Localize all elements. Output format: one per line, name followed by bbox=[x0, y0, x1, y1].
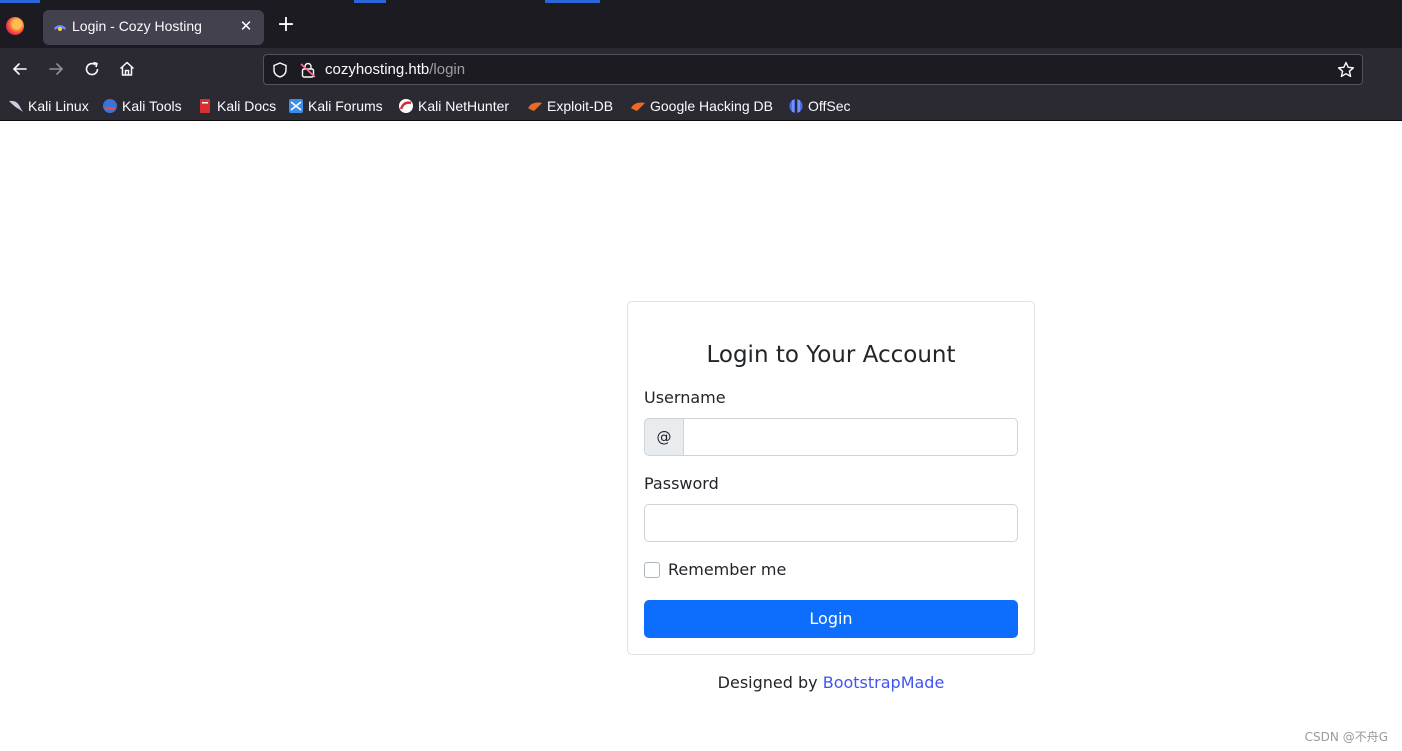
bookmark-kali-docs[interactable]: Kali Docs bbox=[197, 96, 276, 116]
remember-me-checkbox[interactable] bbox=[644, 562, 660, 578]
new-tab-button[interactable]: + bbox=[275, 14, 297, 36]
insecure-lock-icon[interactable] bbox=[300, 61, 316, 79]
bookmark-star-icon[interactable] bbox=[1336, 60, 1356, 80]
offsec-icon bbox=[789, 99, 803, 113]
bookmark-label: Kali Forums bbox=[308, 98, 383, 114]
url-path: /login bbox=[429, 61, 466, 78]
kali-nethunter-icon bbox=[399, 99, 413, 113]
close-tab-icon[interactable]: ✕ bbox=[236, 16, 256, 36]
screen-top-decoration bbox=[354, 0, 386, 3]
screen-top-decoration bbox=[0, 0, 40, 3]
bookmark-google-hacking-db[interactable]: Google Hacking DB bbox=[630, 96, 773, 116]
at-sign-prefix: @ bbox=[644, 418, 684, 456]
username-input[interactable] bbox=[683, 418, 1018, 456]
bookmark-label: Kali NetHunter bbox=[418, 98, 510, 114]
bookmark-label: Kali Tools bbox=[122, 98, 182, 114]
bookmark-offsec[interactable]: OffSec bbox=[788, 96, 851, 116]
bookmark-kali-nethunter[interactable]: Kali NetHunter bbox=[398, 96, 509, 116]
bookmark-kali-tools[interactable]: Kali Tools bbox=[102, 96, 182, 116]
credits: Designed by BootstrapMade bbox=[627, 673, 1035, 692]
kali-dragon-icon bbox=[9, 100, 23, 112]
firefox-icon[interactable] bbox=[6, 17, 24, 35]
credits-prefix: Designed by bbox=[717, 673, 823, 692]
bootstrapmade-link[interactable]: BootstrapMade bbox=[823, 673, 945, 692]
reload-icon[interactable] bbox=[81, 58, 103, 80]
remember-me-label[interactable]: Remember me bbox=[668, 560, 786, 579]
kali-docs-icon bbox=[200, 99, 210, 113]
bookmark-kali-forums[interactable]: Kali Forums bbox=[288, 96, 383, 116]
login-button[interactable]: Login bbox=[644, 600, 1018, 638]
csdn-watermark: CSDN @不舟G bbox=[1304, 730, 1388, 744]
password-input[interactable] bbox=[644, 504, 1018, 542]
browser-tab-strip: Login - Cozy Hosting ✕ + bbox=[0, 0, 1402, 48]
bookmark-exploit-db[interactable]: Exploit-DB bbox=[527, 96, 613, 116]
page-title: Login to Your Account bbox=[706, 342, 956, 368]
ghdb-icon bbox=[631, 102, 645, 111]
username-label: Username bbox=[644, 388, 726, 407]
url-bar[interactable]: cozyhosting.htb/login bbox=[263, 54, 1363, 85]
browser-navbar: cozyhosting.htb/login bbox=[0, 48, 1402, 91]
forward-arrow-icon[interactable] bbox=[45, 58, 67, 80]
bookmark-label: Kali Docs bbox=[217, 98, 277, 114]
bookmark-label: Exploit-DB bbox=[547, 98, 614, 114]
bookmark-label: Kali Linux bbox=[28, 98, 89, 114]
login-card: Login to Your Account Username @ Passwor… bbox=[627, 301, 1035, 655]
exploit-db-icon bbox=[528, 102, 542, 111]
tab-title: Login - Cozy Hosting bbox=[72, 18, 202, 34]
screen-top-decoration bbox=[545, 0, 600, 3]
username-input-group: @ bbox=[644, 418, 1018, 456]
url-text[interactable]: cozyhosting.htb/login bbox=[325, 61, 465, 78]
password-label: Password bbox=[644, 474, 719, 493]
bookmark-kali-linux[interactable]: Kali Linux bbox=[8, 96, 89, 116]
back-arrow-icon[interactable] bbox=[9, 58, 31, 80]
url-host: cozyhosting.htb bbox=[325, 61, 430, 78]
browser-tab-active[interactable]: Login - Cozy Hosting ✕ bbox=[43, 10, 264, 45]
tracking-protection-shield-icon[interactable] bbox=[271, 61, 289, 79]
bookmark-label: OffSec bbox=[808, 98, 851, 114]
kali-forums-icon bbox=[289, 99, 303, 113]
kali-tools-icon bbox=[103, 99, 117, 113]
cozy-hosting-favicon-icon bbox=[54, 25, 66, 31]
bookmarks-toolbar: Kali Linux Kali Tools Kali Docs Kali For… bbox=[0, 91, 1402, 121]
bookmark-label: Google Hacking DB bbox=[650, 98, 773, 114]
home-icon[interactable] bbox=[116, 58, 138, 80]
